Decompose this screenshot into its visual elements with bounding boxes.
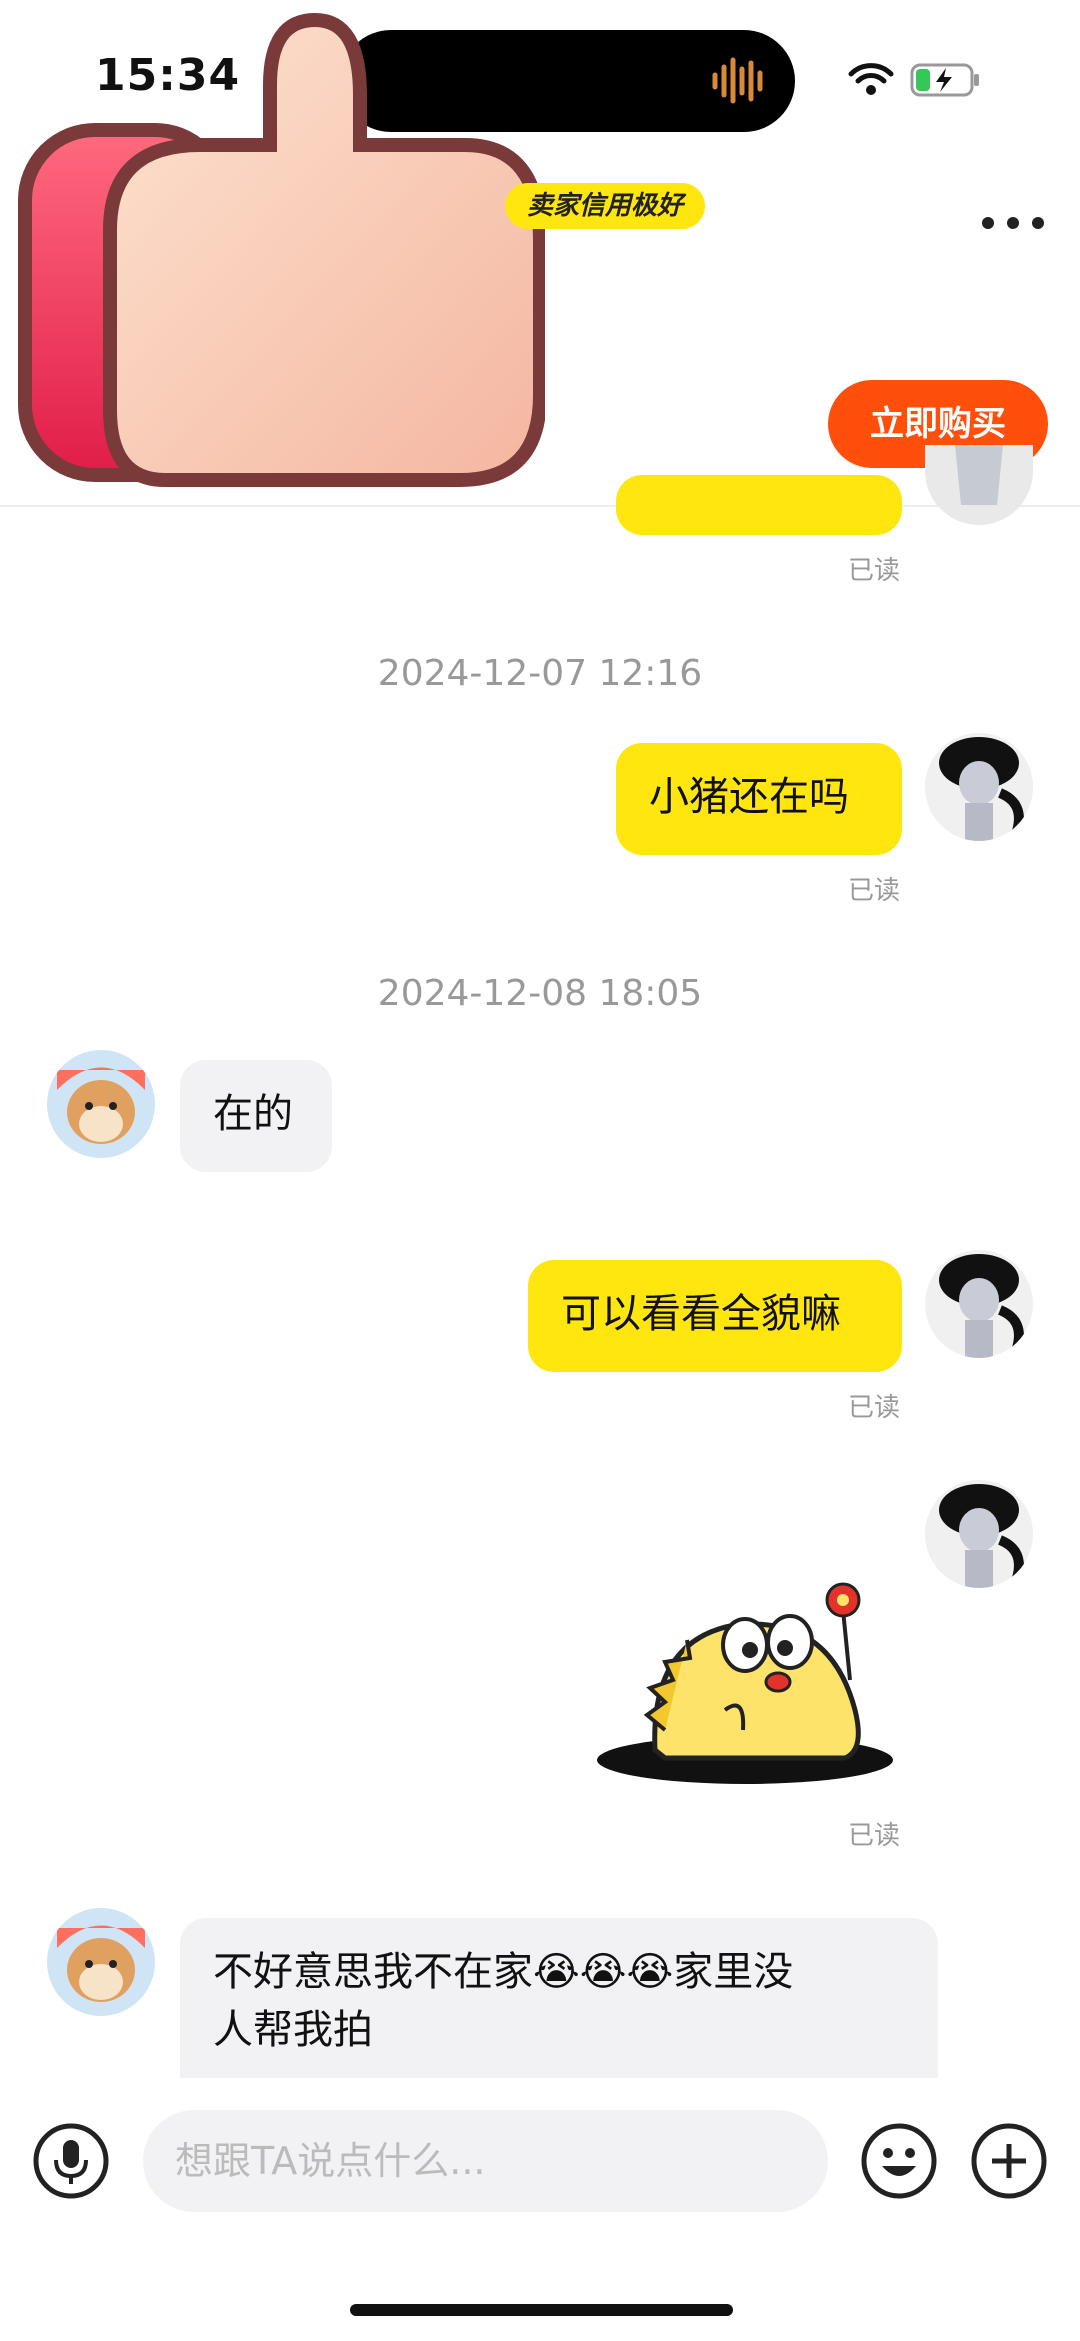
message-timestamp: 2024-12-08 18:05 (377, 973, 703, 1014)
audio-wave-icon (712, 57, 763, 104)
message-bubble-mine[interactable]: 可以看看全貌嘛 (528, 1260, 902, 1372)
wifi-icon (848, 63, 894, 95)
read-receipt: 已读 (848, 1393, 901, 1423)
my-avatar[interactable] (925, 1480, 1033, 1588)
message-timestamp: 2024-12-07 12:16 (377, 653, 703, 694)
my-avatar[interactable] (925, 1250, 1033, 1358)
chat-header: 15:34 卖家信用极好 立即购买 (0, 0, 1080, 507)
emoji-icon[interactable] (860, 2122, 938, 2200)
message-bubble-seller[interactable]: 不好意思我不在家😭😭😭家里没 人帮我拍 (180, 1918, 938, 2078)
message-input[interactable]: 想跟TA说点什么... (143, 2110, 828, 2212)
message-list[interactable]: 已读 2024-12-07 12:16 小猪还在吗 已读 2024-12-08 … (0, 445, 1080, 2078)
read-receipt: 已读 (848, 556, 901, 586)
message-bubble-partial[interactable] (616, 475, 902, 535)
more-icon[interactable] (978, 205, 1048, 241)
message-bubble-seller[interactable]: 在的 (180, 1060, 332, 1172)
dinosaur-sticker[interactable] (595, 1570, 905, 1790)
home-indicator (350, 2304, 733, 2316)
my-avatar[interactable] (925, 445, 1033, 525)
seller-credit-badge: 卖家信用极好 (505, 183, 706, 229)
battery-charging-icon (910, 63, 979, 97)
thumbs-up-sticker (18, 12, 545, 487)
seller-avatar[interactable] (47, 1050, 155, 1158)
plus-icon[interactable] (970, 2122, 1048, 2200)
microphone-icon[interactable] (32, 2122, 110, 2200)
my-avatar[interactable] (925, 733, 1033, 841)
message-text: 家里没 (673, 1949, 794, 1995)
read-receipt: 已读 (848, 876, 901, 906)
crying-emoji: 😭😭😭 (533, 1949, 674, 1995)
read-receipt: 已读 (848, 1821, 901, 1851)
seller-avatar[interactable] (47, 1908, 155, 2016)
message-text: 不好意思我不在家 (213, 1949, 533, 1995)
message-text: 人帮我拍 (213, 2007, 373, 2053)
message-bubble-mine[interactable]: 小猪还在吗 (616, 743, 902, 855)
input-bar: 想跟TA说点什么... (0, 2085, 1080, 2225)
